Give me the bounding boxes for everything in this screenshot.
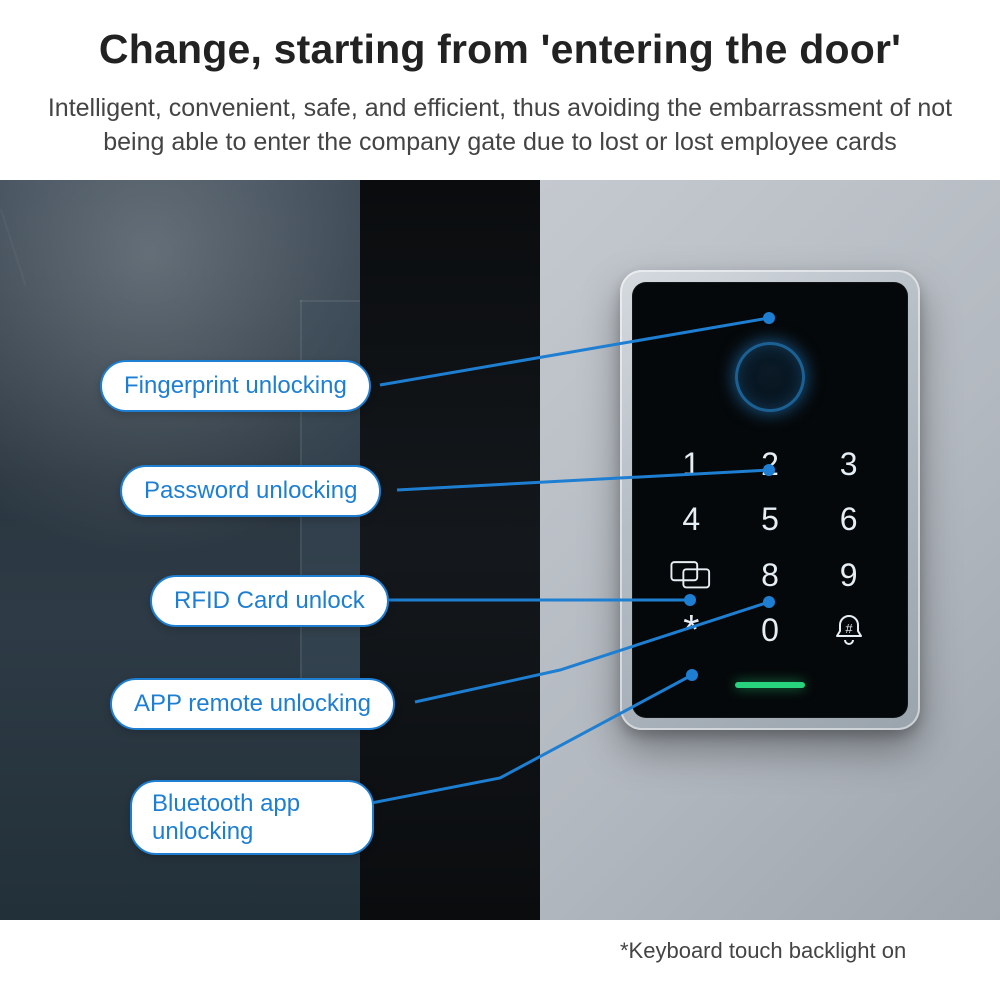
page-title: Change, starting from 'entering the door…: [0, 26, 1000, 73]
callout-bluetooth: Bluetooth app unlocking: [130, 780, 374, 855]
svg-text:#: #: [845, 621, 853, 636]
fingerprint-sensor-icon: [735, 342, 805, 412]
key-2[interactable]: 2: [731, 437, 810, 492]
callout-rfid: RFID Card unlock: [150, 575, 389, 627]
device-face: 1 2 3 4 5 6 8 9 * 0: [632, 282, 908, 718]
key-0[interactable]: 0: [731, 603, 810, 658]
key-4[interactable]: 4: [652, 492, 731, 547]
key-8[interactable]: 8: [731, 548, 810, 603]
backlight-note: *Keyboard touch backlight on: [620, 938, 906, 964]
key-9[interactable]: 9: [809, 548, 888, 603]
key-1[interactable]: 1: [652, 437, 731, 492]
page-subtitle: Intelligent, convenient, safe, and effic…: [40, 92, 960, 160]
callout-app: APP remote unlocking: [110, 678, 395, 730]
keypad: 1 2 3 4 5 6 8 9 * 0: [652, 437, 888, 658]
key-6[interactable]: 6: [809, 492, 888, 547]
key-hash-bell-icon[interactable]: #: [809, 603, 888, 658]
key-star[interactable]: *: [652, 603, 731, 658]
promo-canvas: Change, starting from 'entering the door…: [0, 0, 1000, 1000]
status-led-icon: [735, 682, 805, 688]
rfid-card-icon[interactable]: [652, 548, 731, 603]
key-3[interactable]: 3: [809, 437, 888, 492]
key-5[interactable]: 5: [731, 492, 810, 547]
access-control-device: 1 2 3 4 5 6 8 9 * 0: [620, 270, 920, 730]
door-panel: [360, 180, 540, 920]
callout-fingerprint: Fingerprint unlocking: [100, 360, 371, 412]
callout-password: Password unlocking: [120, 465, 381, 517]
